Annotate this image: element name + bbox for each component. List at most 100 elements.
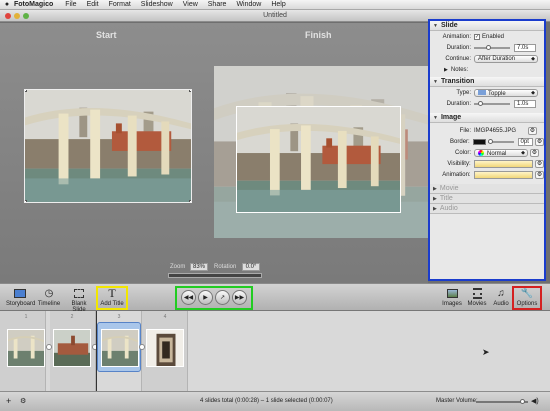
transition-section-header[interactable]: ▼ Transition: [430, 77, 544, 87]
music-note-icon: ♫: [497, 287, 505, 299]
slider-knob[interactable]: [488, 138, 494, 144]
disclosure-closed-icon: ▶: [433, 195, 437, 202]
gear-icon[interactable]: ⚙: [20, 397, 26, 405]
menu-help[interactable]: Help: [271, 1, 285, 8]
transition-section-title: Transition: [440, 78, 475, 85]
file-gear-icon[interactable]: ⚙: [528, 126, 537, 135]
storyboard-strip: 1 2 3 4 ➤: [0, 311, 550, 391]
insertion-playhead: [96, 311, 97, 391]
audio-section-title: Audio: [439, 205, 458, 212]
menu-share[interactable]: Share: [208, 1, 227, 8]
zoom-value[interactable]: 83%: [190, 263, 208, 271]
border-slider[interactable]: [488, 138, 514, 144]
menu-edit[interactable]: Edit: [87, 1, 99, 8]
zoom-rotation-control: Zoom 83% Rotation 0.0°: [168, 263, 262, 280]
slide-thumbnail[interactable]: 2: [50, 314, 94, 373]
blank-slide-button[interactable]: Blank Slide: [64, 287, 94, 313]
visibility-gear-icon[interactable]: ⚙: [535, 159, 544, 168]
timeline-label: Timeline: [37, 301, 61, 307]
timeline-button[interactable]: ◷ Timeline: [36, 287, 62, 308]
color-wheel-icon: [478, 149, 484, 156]
border-label: Border:: [450, 138, 470, 145]
image-section-header[interactable]: ▼ Image: [430, 113, 544, 123]
rewind-button[interactable]: ◀◀: [181, 290, 196, 305]
add-title-highlight: [96, 286, 128, 310]
color-gear-icon[interactable]: ⚙: [530, 148, 539, 157]
rewind-icon: ◀◀: [183, 295, 194, 301]
image-animation-gear-icon[interactable]: ⚙: [535, 170, 544, 179]
images-button[interactable]: Images: [442, 287, 462, 307]
crop-handle[interactable]: [189, 90, 191, 92]
visibility-row: Visibility: ⚙: [430, 158, 544, 169]
file-name: IMGP4655.JPG: [474, 127, 517, 134]
disclosure-open-icon: ▼: [433, 114, 438, 121]
play-button[interactable]: ▶: [198, 290, 213, 305]
audio-section-header[interactable]: ▶ Audio: [430, 204, 544, 214]
movie-section-header[interactable]: ▶ Movie: [430, 184, 544, 194]
add-slide-icon[interactable]: +: [6, 396, 11, 406]
transition-type-popup[interactable]: Topple ◆: [474, 88, 538, 97]
color-value: Normal: [487, 150, 507, 157]
finish-label: Finish: [305, 30, 332, 40]
slider-knob[interactable]: [486, 44, 491, 50]
speaker-icon: ◀): [531, 398, 539, 405]
rotation-value[interactable]: 0.0°: [242, 263, 260, 271]
storyboard-label: Storyboard: [6, 301, 36, 307]
disclosure-closed-icon: ▶: [433, 205, 437, 212]
zoom-slider[interactable]: [168, 273, 262, 278]
border-field[interactable]: 0pt: [517, 137, 534, 146]
share-button[interactable]: ↗: [215, 290, 230, 305]
master-volume-slider[interactable]: [476, 399, 528, 404]
finish-image[interactable]: [214, 66, 434, 238]
menu-file[interactable]: File: [65, 1, 76, 8]
crop-handle[interactable]: [189, 200, 191, 202]
disclosure-closed-icon: ▶: [433, 185, 437, 192]
visibility-bar[interactable]: [473, 159, 534, 168]
color-row: Color: Normal ◆ ⚙: [430, 147, 544, 158]
color-popup[interactable]: Normal ◆: [474, 148, 528, 157]
storyboard-button[interactable]: Storyboard: [6, 287, 36, 307]
crop-handle[interactable]: [25, 90, 27, 92]
animation-enabled-label: Enabled: [482, 33, 505, 40]
slide-duration-slider[interactable]: [474, 44, 510, 50]
color-label: Color:: [454, 149, 471, 156]
popup-arrows-icon: ◆: [531, 55, 535, 62]
transition-duration-label: Duration:: [446, 100, 471, 107]
zoom-label: Zoom: [170, 264, 186, 270]
menu-app[interactable]: FotoMagico: [14, 1, 53, 8]
slide-thumbnail[interactable]: 4: [143, 314, 187, 373]
image-file-row: File: IMGP4655.JPG ⚙: [430, 125, 544, 136]
slide-duration-field[interactable]: 7.0s: [514, 43, 536, 52]
menu-slideshow[interactable]: Slideshow: [141, 1, 173, 8]
slide-section-header[interactable]: ▼ Slide: [430, 21, 544, 31]
slide-image: [7, 329, 45, 367]
title-section-header[interactable]: ▶ Title: [430, 194, 544, 204]
fast-forward-button[interactable]: ▶▶: [232, 290, 247, 305]
border-color-swatch[interactable]: [472, 138, 487, 145]
crop-handle[interactable]: [25, 200, 27, 202]
menu-window[interactable]: Window: [236, 1, 261, 8]
title-section-title: Title: [439, 195, 453, 202]
audio-button[interactable]: ♫ Audio: [491, 287, 511, 308]
master-volume-label: Master Volume:: [436, 398, 478, 404]
apple-menu-icon[interactable]: ●: [0, 1, 14, 8]
continue-popup[interactable]: After Duration ◆: [474, 54, 538, 63]
border-gear-icon[interactable]: ⚙: [535, 137, 544, 146]
menu-view[interactable]: View: [183, 1, 198, 8]
transition-duration-row: Duration: 1.0s: [430, 98, 544, 109]
notes-row[interactable]: ▶ Notes:: [430, 64, 544, 75]
animation-enabled-checkbox[interactable]: ✓: [474, 33, 480, 40]
slider-knob[interactable]: [520, 399, 525, 404]
slide-thumbnail[interactable]: 1: [4, 314, 48, 373]
transition-duration-slider[interactable]: [474, 100, 510, 106]
animation-label: Animation:: [442, 33, 471, 40]
slider-knob[interactable]: [478, 100, 483, 106]
transition-duration-field[interactable]: 1.0s: [514, 99, 536, 108]
menu-format[interactable]: Format: [109, 1, 131, 8]
movies-button[interactable]: Movies: [467, 287, 487, 307]
finish-crop-frame[interactable]: [236, 106, 401, 213]
start-image[interactable]: [24, 89, 192, 203]
image-animation-bar[interactable]: [473, 170, 534, 179]
slide-thumbnail-selected[interactable]: 3: [97, 314, 141, 372]
slide-number: 2: [70, 314, 74, 320]
